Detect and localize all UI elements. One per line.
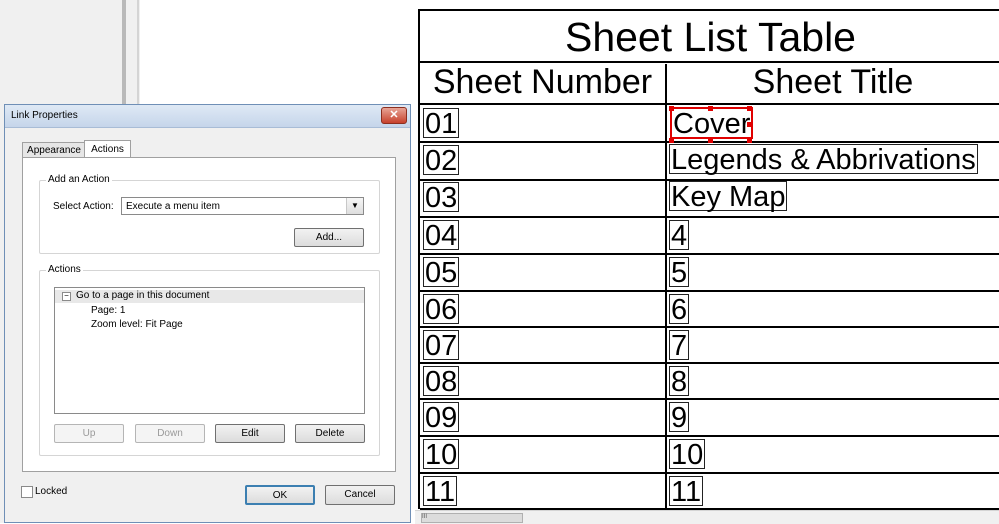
chevron-down-icon[interactable]: ▼: [346, 198, 363, 214]
sheet-number-cell[interactable]: 07: [423, 330, 460, 361]
row-divider: [420, 435, 999, 437]
sheet-title-cell[interactable]: 10: [669, 439, 706, 470]
scrollbar-thumb[interactable]: III: [421, 513, 523, 523]
row-divider: [420, 398, 999, 400]
dialog-title: Link Properties: [11, 110, 78, 121]
actions-list[interactable]: − Go to a page in this document Page: 1 …: [54, 287, 365, 414]
row-divider: [420, 472, 999, 474]
selection-handle[interactable]: [747, 106, 752, 111]
collapse-icon[interactable]: −: [62, 292, 71, 301]
delete-button[interactable]: Delete: [295, 424, 365, 443]
selection-handle[interactable]: [747, 138, 752, 143]
close-icon: ✕: [389, 109, 399, 121]
action-detail-page[interactable]: Page: 1: [91, 305, 125, 316]
action-root-label: Go to a page in this document: [76, 290, 210, 301]
sheet-title-cell[interactable]: 4: [669, 220, 690, 251]
panel-divider: [122, 0, 126, 105]
sheet-title-cell[interactable]: 5: [669, 257, 690, 288]
sheet-title-cell-selected[interactable]: Cover: [669, 107, 754, 139]
sheet-list-table: Sheet List Table Sheet Number Sheet Titl…: [418, 9, 999, 510]
sheet-number-cell[interactable]: 10: [423, 439, 460, 470]
locked-checkbox[interactable]: [21, 486, 33, 498]
sheet-title-cell[interactable]: Key Map: [669, 181, 788, 212]
actions-tab-panel: Add an Action Select Action: Execute a m…: [22, 157, 396, 472]
locked-label: Locked: [35, 486, 68, 497]
add-action-group: Add an Action Select Action: Execute a m…: [39, 174, 380, 254]
row-divider: [420, 290, 999, 292]
row-divider: [420, 362, 999, 364]
selection-handle[interactable]: [747, 122, 752, 127]
down-button[interactable]: Down: [135, 424, 205, 443]
header-sheet-title: Sheet Title: [752, 63, 914, 101]
sheet-number-cell[interactable]: 03: [423, 182, 460, 213]
grip-icon: III: [422, 514, 428, 520]
selection-handle[interactable]: [669, 106, 674, 111]
add-button[interactable]: Add...: [294, 228, 364, 247]
header-sheet-number: Sheet Number: [432, 63, 653, 101]
horizontal-scrollbar[interactable]: III: [415, 510, 999, 524]
cancel-button[interactable]: Cancel: [325, 485, 395, 505]
selection-handle[interactable]: [708, 106, 713, 111]
edit-button[interactable]: Edit: [215, 424, 285, 443]
up-button[interactable]: Up: [54, 424, 124, 443]
action-detail-zoom[interactable]: Zoom level: Fit Page: [91, 319, 183, 330]
sheet-number-cell[interactable]: 11: [423, 476, 458, 507]
selection-handle[interactable]: [669, 138, 674, 143]
selection-handle[interactable]: [708, 138, 713, 143]
select-action-dropdown[interactable]: Execute a menu item ▼: [121, 197, 364, 215]
link-properties-dialog: Link Properties ✕ Appearance Actions Add…: [4, 104, 411, 523]
sheet-number-cell[interactable]: 01: [423, 108, 460, 139]
sheet-number-cell[interactable]: 08: [423, 366, 460, 397]
column-divider: [665, 64, 667, 510]
close-button[interactable]: ✕: [381, 107, 407, 124]
select-action-value: Execute a menu item: [126, 201, 220, 212]
sheet-number-cell[interactable]: 02: [423, 145, 460, 176]
action-tree-root[interactable]: − Go to a page in this document: [55, 290, 364, 303]
tab-appearance[interactable]: Appearance: [22, 142, 86, 158]
select-action-label: Select Action:: [53, 201, 114, 212]
table-title: Sheet List Table: [564, 14, 856, 60]
actions-group: Actions − Go to a page in this document …: [39, 264, 380, 456]
ok-button[interactable]: OK: [245, 485, 315, 505]
row-divider: [420, 326, 999, 328]
add-action-legend: Add an Action: [46, 174, 112, 185]
sheet-number-cell[interactable]: 06: [423, 294, 460, 325]
row-divider: [420, 216, 999, 218]
sheet-number-cell[interactable]: 05: [423, 257, 460, 288]
sheet-title-cell[interactable]: 7: [669, 330, 690, 361]
sheet-title-cell[interactable]: 11: [669, 476, 704, 507]
row-divider: [420, 103, 999, 105]
dialog-titlebar[interactable]: Link Properties ✕: [5, 105, 410, 128]
row-divider: [420, 253, 999, 255]
sheet-number-cell[interactable]: 09: [423, 402, 460, 433]
sheet-title-cell[interactable]: 6: [669, 294, 690, 325]
sheet-title-cell[interactable]: 9: [669, 402, 690, 433]
sheet-title-cell[interactable]: 8: [669, 366, 690, 397]
sheet-number-cell[interactable]: 04: [423, 220, 460, 251]
actions-legend: Actions: [46, 264, 83, 275]
sheet-title-cell[interactable]: Legends & Abbrivations: [669, 144, 978, 175]
